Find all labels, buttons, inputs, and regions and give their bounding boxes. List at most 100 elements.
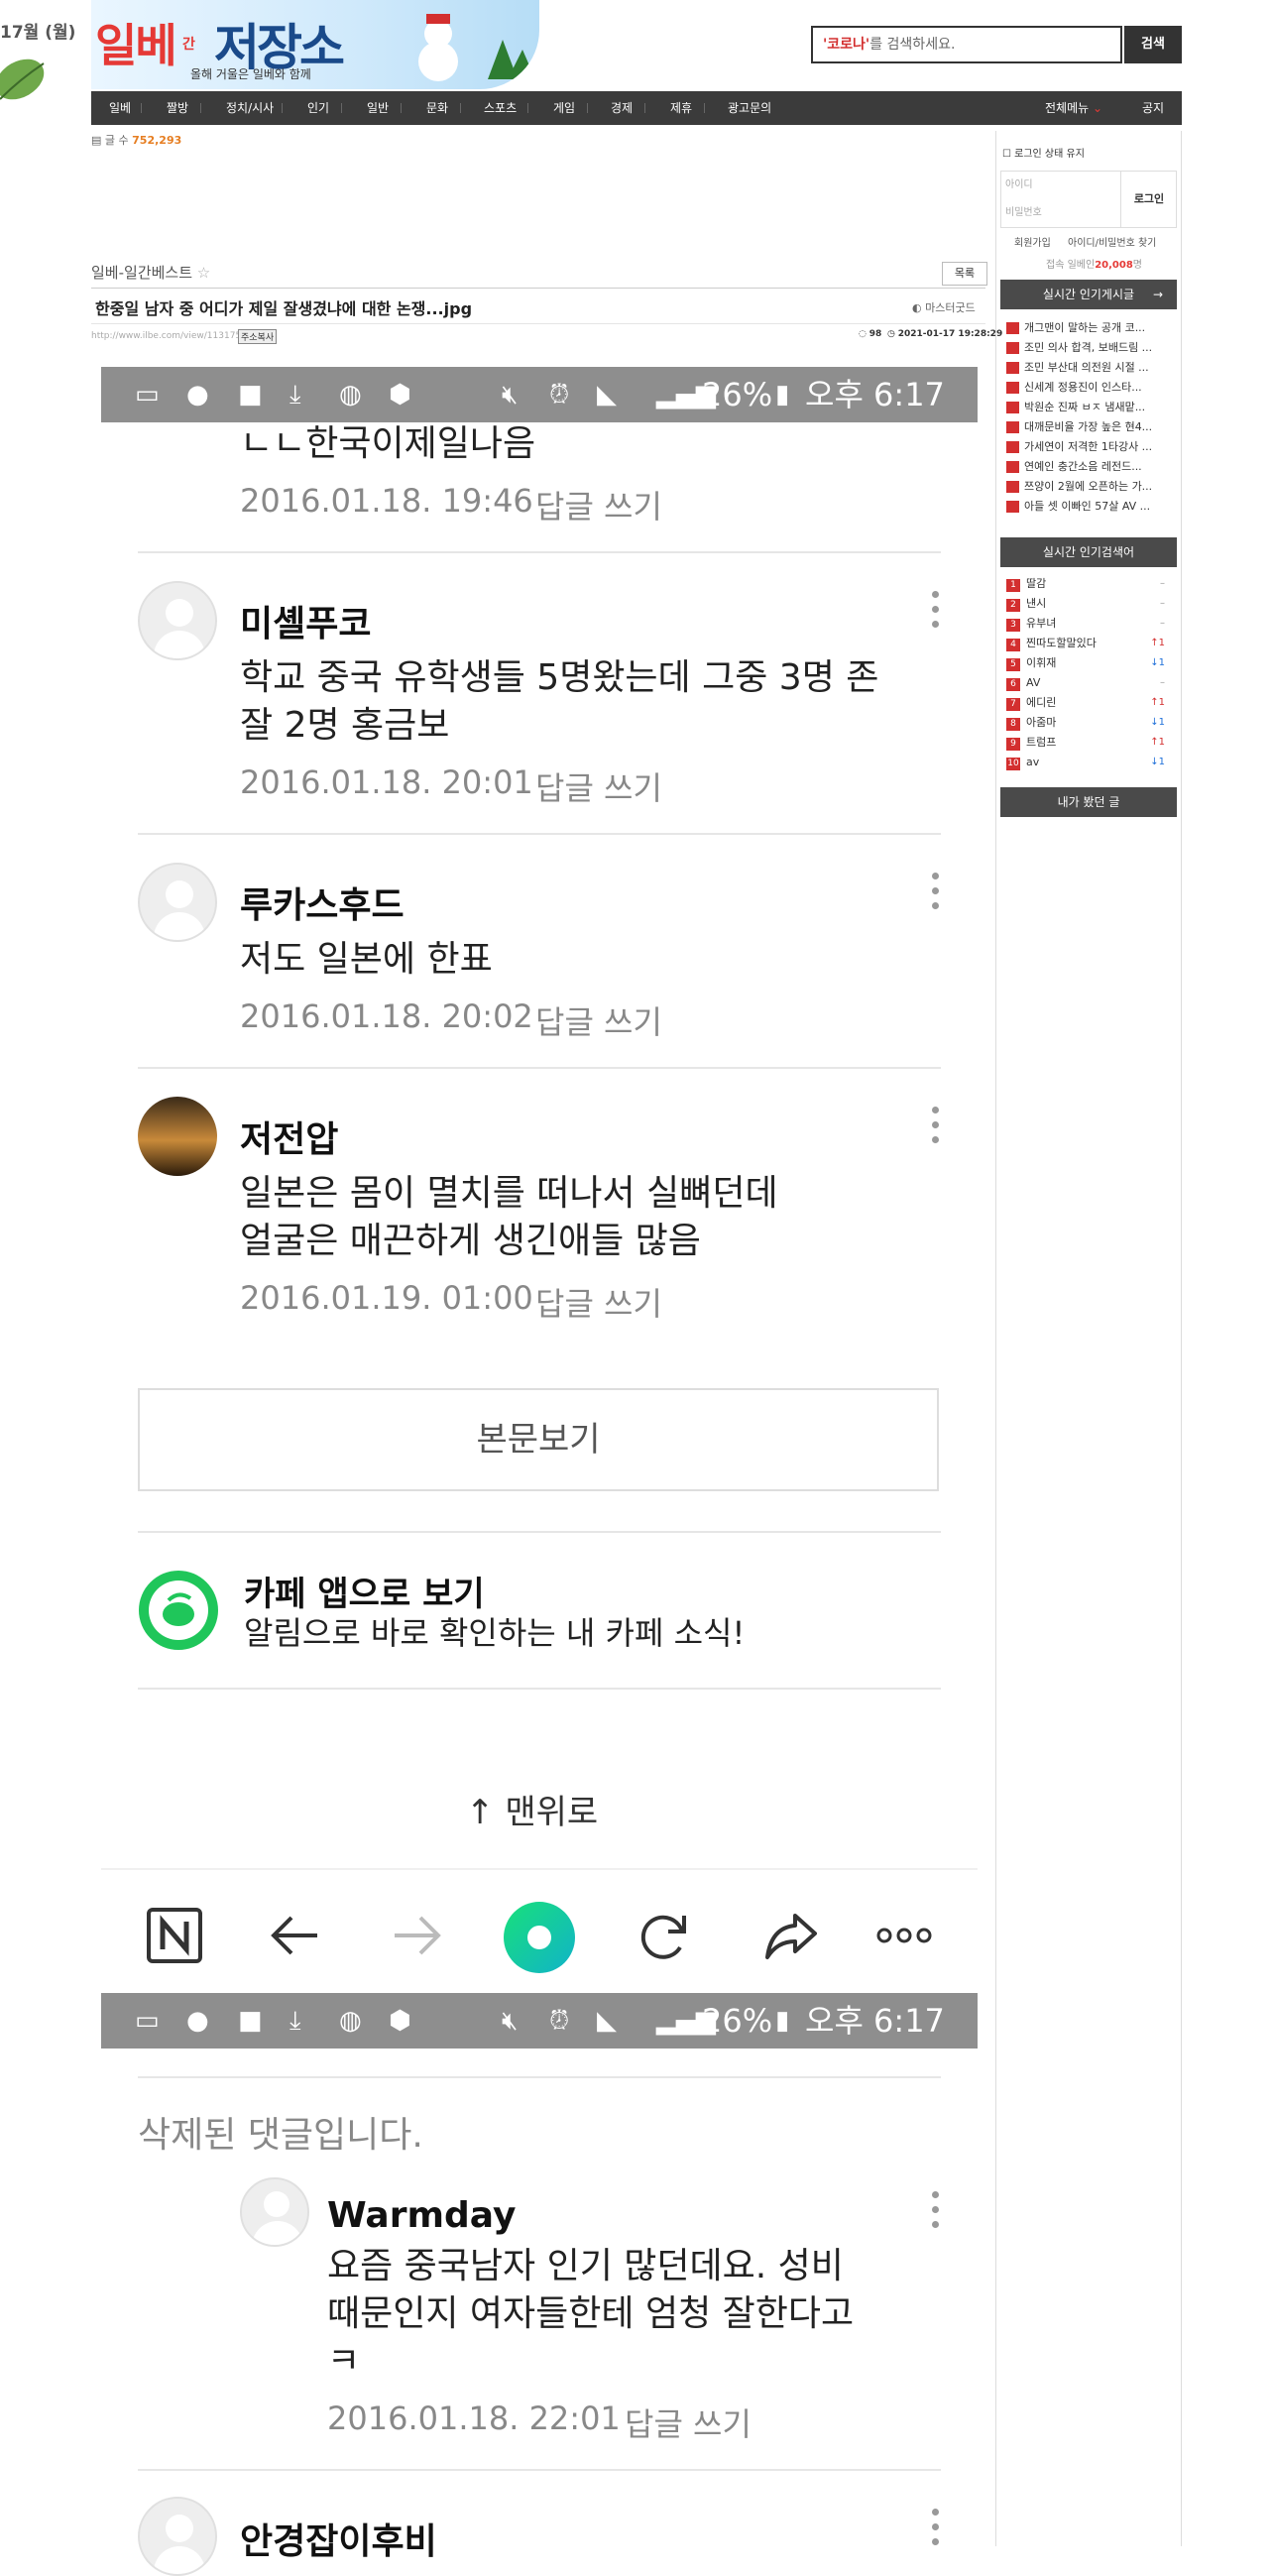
naver-icon: ⬢ [389, 380, 411, 410]
post-author[interactable]: ◐ 마스터굿드 [912, 299, 976, 315]
post-title: 한중일 남자 중 어디가 제일 잘생겼냐에 대한 논쟁...jpg [95, 299, 473, 318]
nav-all-menu[interactable]: 전체메뉴 ⌄ [1045, 91, 1102, 125]
comment-nickname[interactable]: 미셸푸코 [240, 595, 371, 646]
nav-item-jjalbang[interactable]: 짤방 [167, 91, 188, 125]
reply-button[interactable]: 답글 쓰기 [535, 997, 662, 1043]
avatar[interactable] [138, 581, 217, 660]
login-box: 아이디 비밀번호 로그인 [1000, 171, 1177, 228]
nav-item-popular[interactable]: 인기 [307, 91, 329, 125]
clock-icon: ◷ [887, 329, 895, 339]
avatar[interactable] [138, 1097, 217, 1176]
naver-home-icon[interactable] [145, 1906, 204, 1965]
popular-post-item[interactable]: 개그맨이 말하는 공개 코... [1006, 319, 1145, 335]
star-icon[interactable]: ☆ [197, 264, 210, 282]
more-options-icon[interactable] [932, 591, 940, 636]
popular-post-item[interactable]: 박원순 진짜 ㅂㅈ 냄새맡... [1006, 399, 1145, 414]
keyword-item[interactable]: 5 이휘재 ↓1 [1006, 654, 1165, 672]
keyword-item[interactable]: 9 트럼프 ↑1 [1006, 734, 1165, 752]
nav-item-economy[interactable]: 경제 [611, 91, 633, 125]
avatar[interactable] [138, 2497, 217, 2576]
more-options-icon[interactable] [932, 1107, 940, 1151]
reply-button[interactable]: 답글 쓰기 [535, 1279, 662, 1325]
keyword-ranking-header: 실시간 인기검색어 [1000, 537, 1177, 567]
download-icon: ⤓ [289, 380, 301, 410]
chevron-down-icon: ⌄ [1093, 101, 1103, 115]
login-button[interactable]: 로그인 [1120, 172, 1177, 227]
join-link[interactable]: 회원가입 [1014, 234, 1051, 249]
comment-nickname[interactable]: 저전압 [240, 1111, 338, 1162]
nav-item-culture[interactable]: 문화 [426, 91, 448, 125]
nav-item-partnership[interactable]: 제휴 [670, 91, 692, 125]
nav-item-ad-inquiry[interactable]: 광고문의 [728, 91, 771, 125]
keyword-item[interactable]: 1 딸감 – [1006, 575, 1165, 593]
popular-post-item[interactable]: 쯔양이 2월에 오픈하는 가... [1006, 478, 1152, 494]
id-input[interactable]: 아이디 [1005, 176, 1033, 190]
my-viewed-posts-button[interactable]: 내가 봤던 글 [1000, 787, 1177, 817]
popular-post-item[interactable]: 연예인 충간소음 레전드... [1006, 458, 1142, 474]
popular-post-item[interactable]: 조민 부산대 의전원 시절 ... [1006, 359, 1149, 375]
comment-nickname[interactable]: Warmday [327, 2195, 516, 2236]
search-button[interactable]: 검색 [1124, 26, 1182, 63]
more-options-icon[interactable] [932, 2191, 940, 2236]
nav-notice[interactable]: 공지 [1142, 91, 1164, 125]
divider [138, 1688, 941, 1690]
leaf-decoration-icon [0, 59, 45, 100]
keyword-item[interactable]: 3 유부녀 – [1006, 615, 1165, 633]
keyword-item[interactable]: 7 에디린 ↑1 [1006, 694, 1165, 712]
list-button[interactable]: 목록 [942, 262, 987, 286]
keyword-item[interactable]: 10 av ↓1 [1006, 754, 1165, 771]
chat-icon: ▭ [135, 380, 160, 410]
mute-icon: 🔇︎ [502, 380, 519, 410]
popular-post-item[interactable]: 가세연이 저격한 1타강사 ... [1006, 438, 1152, 454]
popular-post-item[interactable]: 조민 의사 합격, 보배드림 ... [1006, 339, 1152, 355]
nav-item-game[interactable]: 게임 [553, 91, 575, 125]
avatar[interactable] [240, 2177, 309, 2247]
keep-login-checkbox[interactable]: ☐ 로그인 상태 유지 [1002, 145, 1085, 160]
more-menu-icon[interactable] [874, 1906, 934, 1965]
keyword-item[interactable]: 6 AV – [1006, 674, 1165, 692]
avatar[interactable] [138, 863, 217, 942]
divider [138, 2469, 941, 2471]
wifi-icon: ◣ [597, 380, 617, 410]
more-options-icon[interactable] [932, 873, 940, 917]
back-icon[interactable] [266, 1906, 325, 1965]
find-account-link[interactable]: 아이디/비밀번호 찾기 [1068, 234, 1156, 249]
popular-posts-header[interactable]: 실시간 인기게시글 → [1000, 280, 1177, 309]
divider [138, 1067, 941, 1069]
comment-text: 학교 중국 유학생들 5명왔는데 그중 3명 존잘 2명 홍금보 [240, 657, 879, 746]
password-input[interactable]: 비밀번호 [1005, 203, 1042, 218]
reply-button[interactable]: 답글 쓰기 [535, 482, 662, 527]
keyword-item[interactable]: 2 냰시 – [1006, 595, 1165, 613]
nav-item-general[interactable]: 일반 [367, 91, 389, 125]
sidebar: ☐ 로그인 상태 유지 아이디 비밀번호 로그인 회원가입 아이디/비밀번호 찾… [995, 131, 1182, 2546]
board-name[interactable]: 일베-일간베스트 ☆ [91, 262, 210, 283]
comment-nickname[interactable]: 안경잡이후비 [240, 2513, 437, 2564]
reply-button[interactable]: 답글 쓰기 [535, 763, 662, 809]
keyword-item[interactable]: 8 아줌마 ↓1 [1006, 714, 1165, 732]
popular-post-item[interactable]: 아들 셋 이빠인 57살 AV ... [1006, 498, 1150, 514]
search-input[interactable]: '코로나'를 검색하세요. [811, 26, 1122, 63]
site-logo[interactable]: 일베 간 저장소 올해 거울은 일베와 함께 [91, 0, 539, 89]
nav-item-politics[interactable]: 정치/시사 [226, 91, 274, 125]
scroll-to-top-button[interactable]: ↑ 맨위로 [466, 1785, 598, 1833]
reply-button[interactable]: 답글 쓰기 [625, 2400, 752, 2445]
status-bar: ▭ ● ■ ⤓ ◍ ⬢ 🔇︎ ⏰︎ ◣ ▂▄▆ 26% ▮ 오후 6:17 [101, 367, 978, 422]
forward-icon[interactable] [387, 1906, 446, 1965]
comment-nickname[interactable]: 루카스후드 [240, 877, 405, 928]
nav-item-ilbe[interactable]: 일베 [109, 91, 131, 125]
popular-post-item[interactable]: 대깨문비율 가장 높은 현4... [1006, 418, 1152, 434]
green-dot-icon[interactable] [502, 1900, 577, 1975]
app-icon: ■ [238, 2006, 263, 2036]
view-original-button[interactable]: 본문보기 [138, 1388, 939, 1491]
keyword-item[interactable]: 4 찐따도할말있다 ↑1 [1006, 635, 1165, 652]
battery-icon: ▮ [775, 380, 790, 410]
battery-percent: 26% [702, 376, 773, 413]
refresh-icon[interactable] [635, 1906, 694, 1965]
share-icon[interactable] [761, 1906, 821, 1965]
copy-url-button[interactable]: 주소복사 [238, 329, 278, 344]
more-options-icon[interactable] [932, 2509, 940, 2553]
popular-post-item[interactable]: 신세계 정용진이 인스타... [1006, 379, 1142, 395]
nav-item-sports[interactable]: 스포츠 [484, 91, 517, 125]
cafe-app-icon[interactable] [139, 1571, 218, 1650]
wifi-icon: ◣ [597, 2006, 617, 2036]
